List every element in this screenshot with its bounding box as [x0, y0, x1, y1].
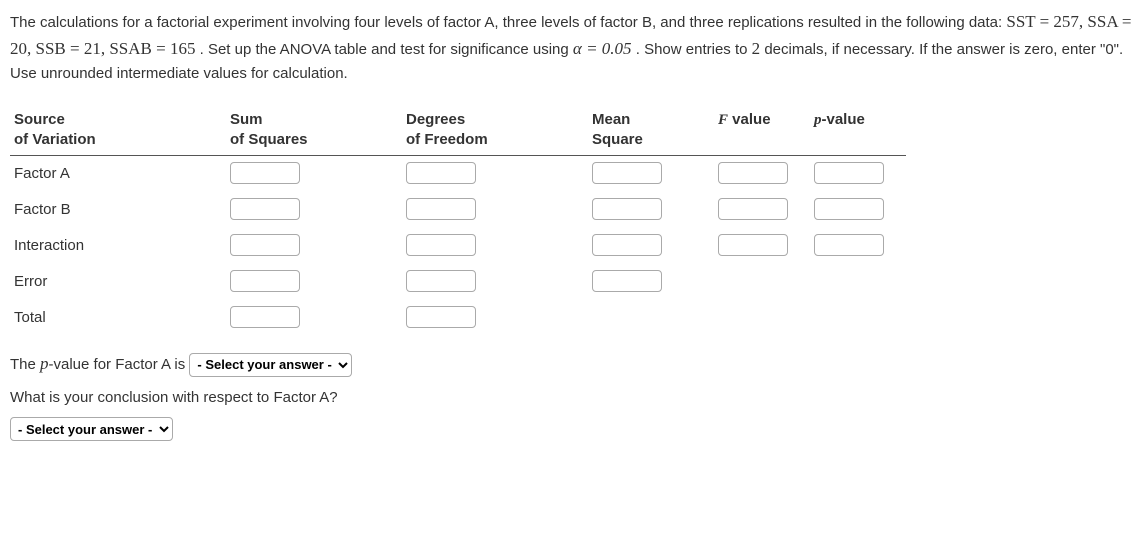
problem-text-1: The calculations for a factorial experim… — [10, 14, 1006, 31]
conclusion-factor-a-question: What is your conclusion with respect to … — [10, 382, 1133, 414]
row-label-interaction: Interaction — [10, 228, 226, 264]
factor-a-p-input[interactable] — [814, 162, 884, 184]
table-row: Error — [10, 264, 906, 300]
header-source: Source of Variation — [10, 106, 226, 156]
total-df-input[interactable] — [406, 306, 476, 328]
factor-b-ss-input[interactable] — [230, 198, 300, 220]
factor-b-p-input[interactable] — [814, 198, 884, 220]
interaction-ss-input[interactable] — [230, 234, 300, 256]
decimals-count: 2 — [752, 39, 761, 58]
error-df-input[interactable] — [406, 270, 476, 292]
error-ms-input[interactable] — [592, 270, 662, 292]
row-label-factor-a: Factor A — [10, 156, 226, 193]
factor-a-ms-input[interactable] — [592, 162, 662, 184]
p-label: p — [40, 354, 49, 373]
table-row: Factor B — [10, 192, 906, 228]
row-label-error: Error — [10, 264, 226, 300]
header-mean-square: Mean Square — [588, 106, 714, 156]
alpha-value: α = 0.05 — [573, 39, 632, 58]
header-p-value: p-value — [810, 106, 906, 156]
conclusion-factor-a-select[interactable]: - Select your answer - — [10, 417, 173, 441]
error-ss-input[interactable] — [230, 270, 300, 292]
anova-table: Source of Variation Sum of Squares Degre… — [10, 106, 906, 336]
table-row: Interaction — [10, 228, 906, 264]
table-row: Factor A — [10, 156, 906, 193]
interaction-ms-input[interactable] — [592, 234, 662, 256]
pvalue-factor-a-line: The p-value for Factor A is - Select you… — [10, 346, 1133, 382]
table-row: Total — [10, 300, 906, 336]
factor-b-df-input[interactable] — [406, 198, 476, 220]
header-f-value: F value — [714, 106, 810, 156]
problem-text-2: . Set up the ANOVA table and test for si… — [200, 41, 573, 58]
problem-statement: The calculations for a factorial experim… — [10, 8, 1133, 86]
factor-a-df-input[interactable] — [406, 162, 476, 184]
interaction-p-input[interactable] — [814, 234, 884, 256]
factor-b-ms-input[interactable] — [592, 198, 662, 220]
header-degrees-freedom: Degrees of Freedom — [402, 106, 588, 156]
interaction-f-input[interactable] — [718, 234, 788, 256]
interaction-df-input[interactable] — [406, 234, 476, 256]
factor-a-ss-input[interactable] — [230, 162, 300, 184]
total-ss-input[interactable] — [230, 306, 300, 328]
factor-a-f-input[interactable] — [718, 162, 788, 184]
row-label-factor-b: Factor B — [10, 192, 226, 228]
factor-b-f-input[interactable] — [718, 198, 788, 220]
header-sum-squares: Sum of Squares — [226, 106, 402, 156]
pvalue-factor-a-select[interactable]: - Select your answer - — [189, 353, 352, 377]
problem-text-3: . Show entries to — [636, 41, 752, 58]
row-label-total: Total — [10, 300, 226, 336]
